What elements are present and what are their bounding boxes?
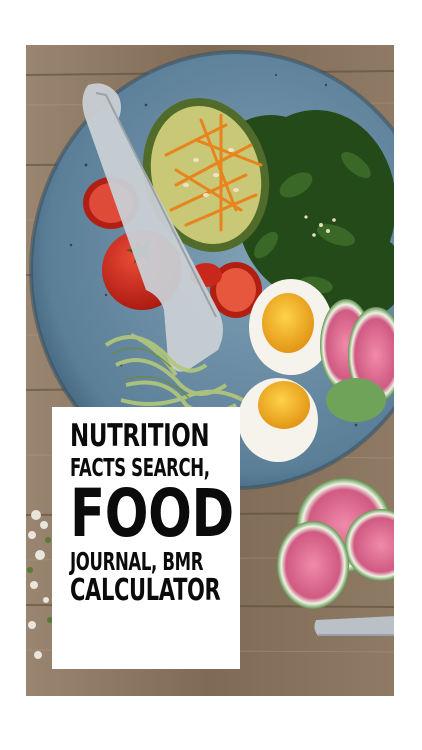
caption-line-5: CALCULATOR [70,573,221,609]
caption-line-4: JOURNAL, BMR [70,546,204,576]
caption-line-3: FOOD [70,475,234,553]
caption-box: NUTRITION FACTS SEARCH, FOOD JOURNAL, BM… [52,407,240,669]
caption-line-1: NUTRITION [70,418,210,454]
